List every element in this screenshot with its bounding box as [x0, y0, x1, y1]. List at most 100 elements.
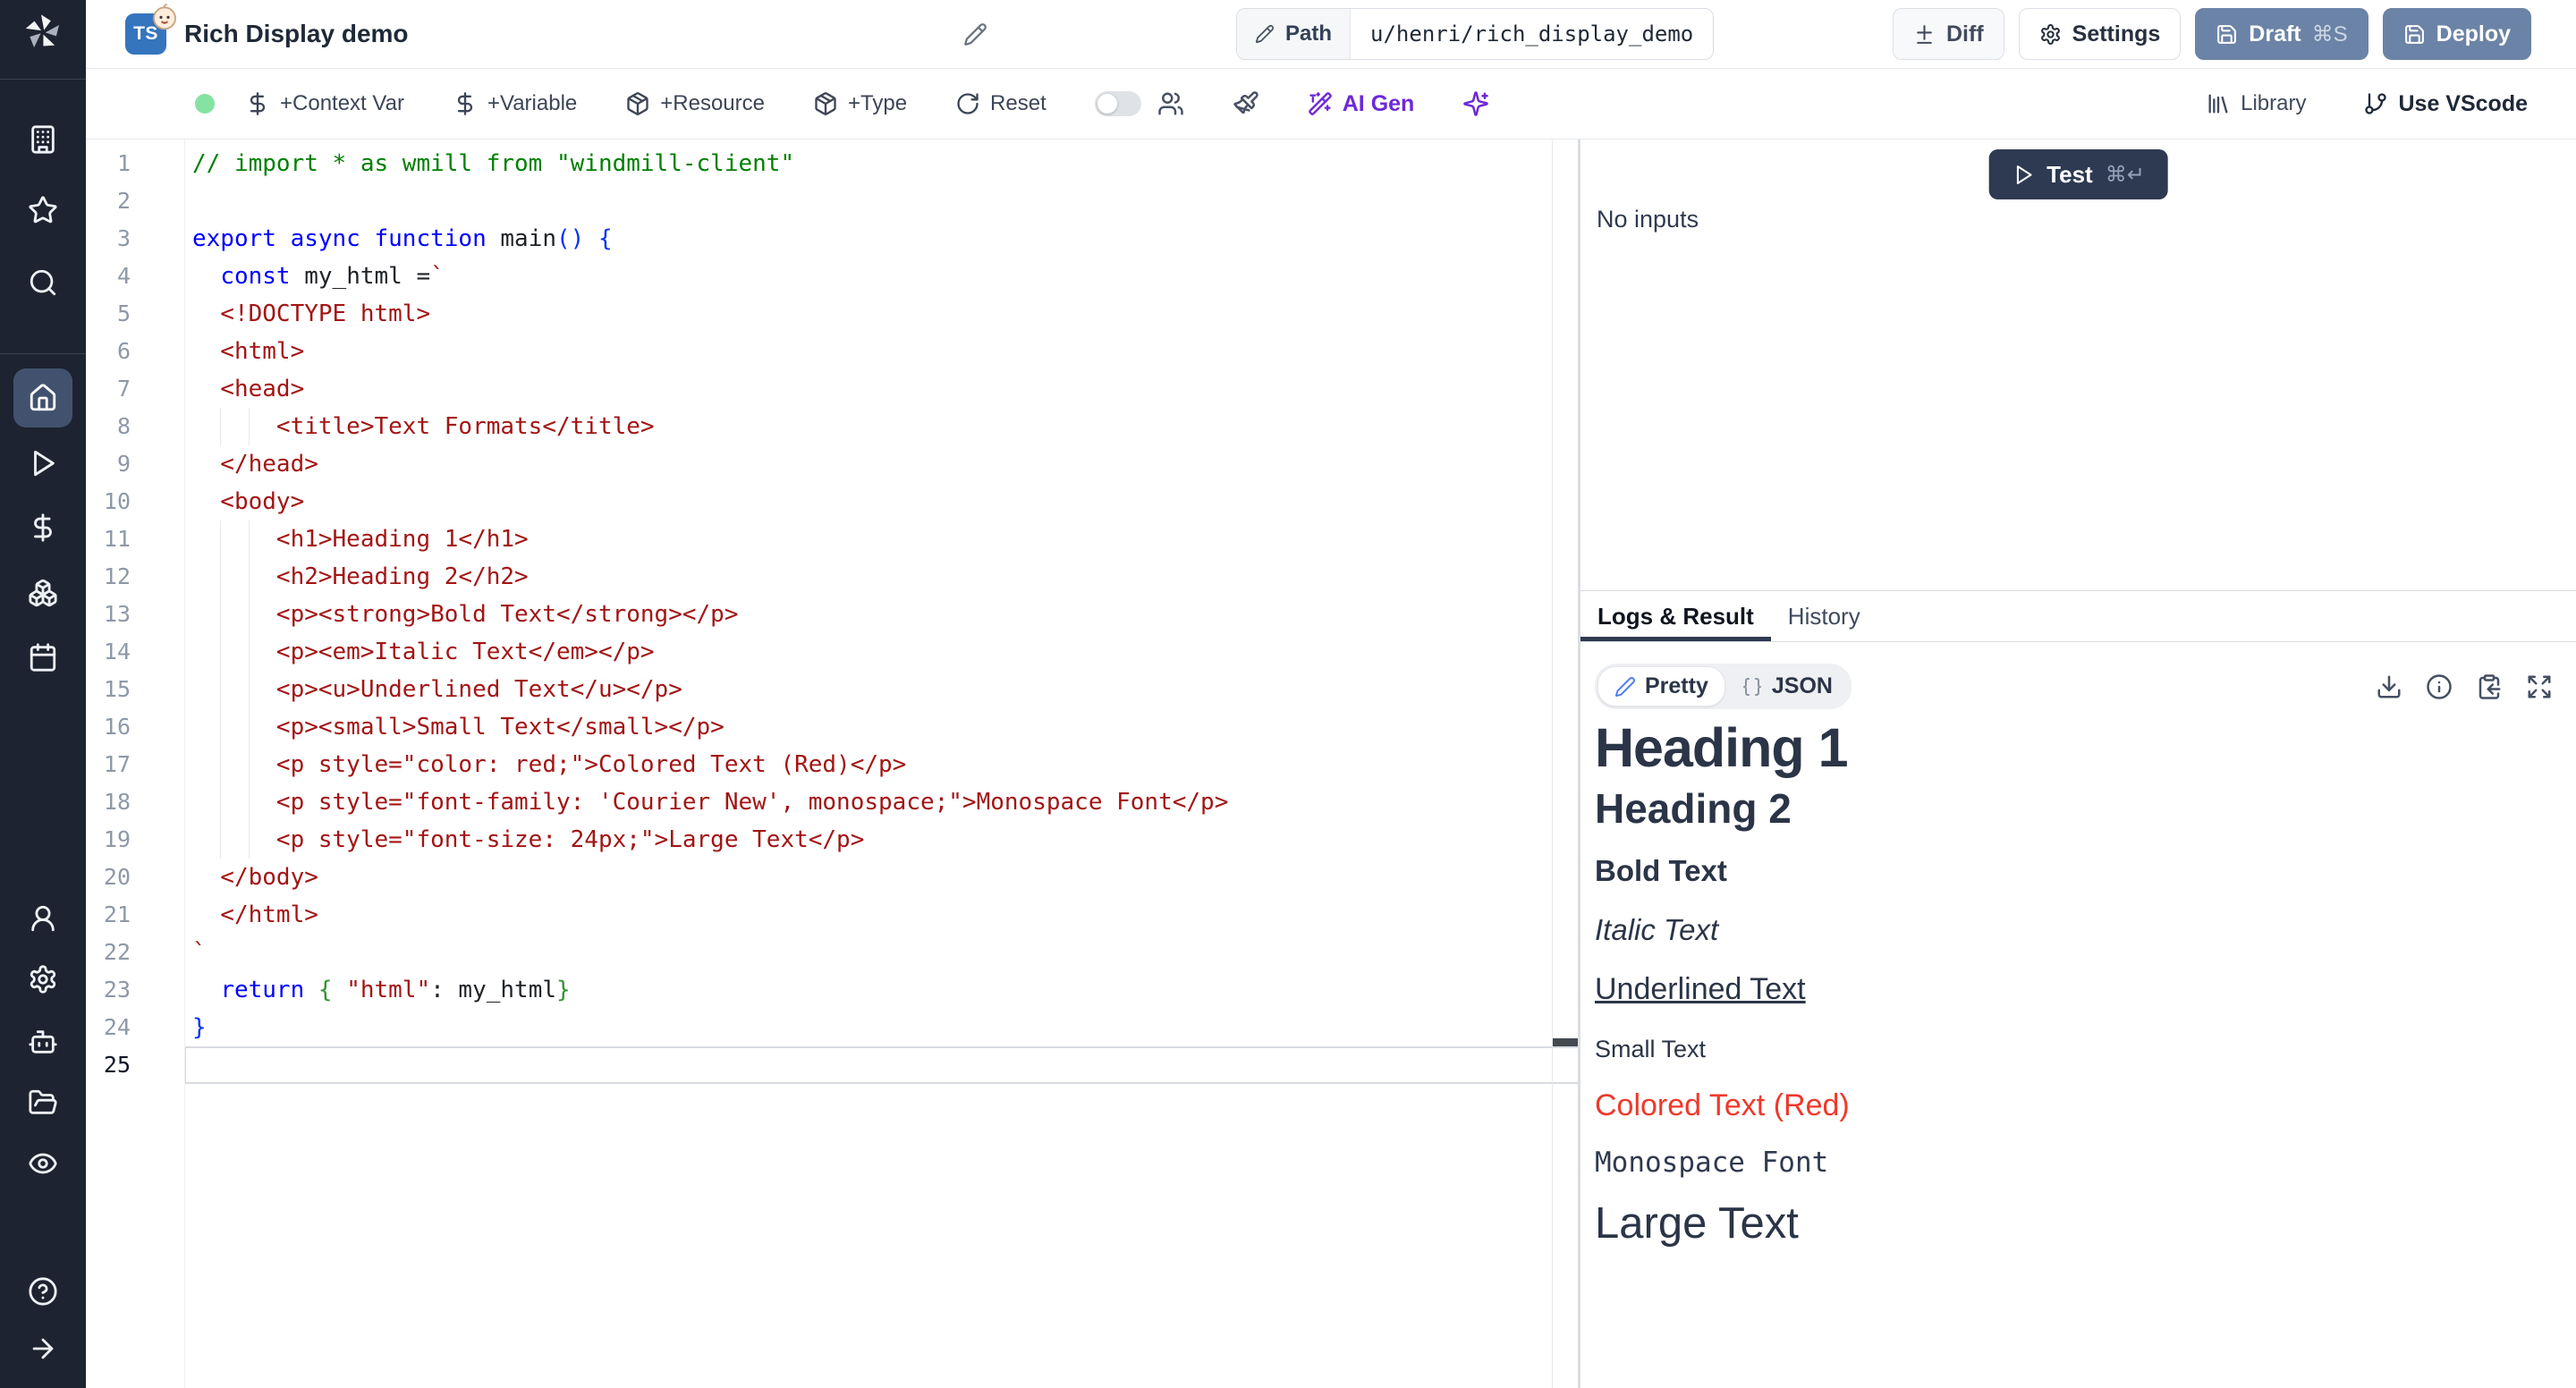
code-line-22[interactable]: 22`: [86, 934, 1578, 971]
line-content[interactable]: <p style="color: red;">Colored Text (Red…: [184, 746, 1578, 783]
sidebar-item-user-icon[interactable]: [28, 903, 58, 934]
path-value[interactable]: u/henri/rich_display_demo: [1351, 9, 1713, 59]
line-number[interactable]: 7: [86, 370, 184, 408]
code-line-6[interactable]: 6 <html>: [86, 333, 1578, 370]
line-content[interactable]: // import * as wmill from "windmill-clie…: [184, 145, 1578, 182]
edit-summary-pencil-icon[interactable]: [963, 22, 987, 47]
line-content[interactable]: <p><u>Underlined Text</u></p>: [184, 671, 1578, 708]
code-line-21[interactable]: 21 </html>: [86, 896, 1578, 934]
code-line-13[interactable]: 13 <p><strong>Bold Text</strong></p>: [86, 596, 1578, 633]
line-number[interactable]: 6: [86, 333, 184, 370]
settings-button[interactable]: Settings: [2019, 8, 2182, 60]
sidebar-item-workspace-building-icon[interactable]: [28, 124, 58, 155]
code-line-7[interactable]: 7 <head>: [86, 370, 1578, 408]
code-line-24[interactable]: 24}: [86, 1009, 1578, 1046]
draft-button[interactable]: Draft ⌘S: [2195, 8, 2368, 60]
expand-fullscreen-icon[interactable]: [2526, 673, 2553, 700]
code-editor[interactable]: 1// import * as wmill from "windmill-cli…: [86, 140, 1578, 1388]
line-content[interactable]: <p style="font-family: 'Courier New', mo…: [184, 783, 1578, 821]
line-content[interactable]: `: [184, 934, 1578, 971]
line-number[interactable]: 23: [86, 971, 184, 1009]
add-resource-button[interactable]: +Resource: [625, 91, 765, 116]
download-result-icon[interactable]: [2376, 673, 2402, 700]
sidebar-item-variables-dollar-icon[interactable]: [28, 512, 58, 543]
line-content[interactable]: [184, 182, 1578, 220]
sparkles-icon[interactable]: [1462, 90, 1489, 117]
line-number[interactable]: 8: [86, 408, 184, 445]
code-line-14[interactable]: 14 <p><em>Italic Text</em></p>: [86, 633, 1578, 671]
copy-result-clipboard-icon[interactable]: [2476, 673, 2503, 700]
sidebar-item-home-icon[interactable]: [13, 368, 72, 427]
multiplayer-toggle[interactable]: [1095, 91, 1141, 116]
line-number[interactable]: 16: [86, 708, 184, 746]
code-line-11[interactable]: 11 <h1>Heading 1</h1>: [86, 520, 1578, 558]
sidebar-item-runs-play-icon[interactable]: [28, 448, 58, 478]
line-number[interactable]: 14: [86, 633, 184, 671]
use-vscode-button[interactable]: Use VScode: [2363, 91, 2528, 117]
code-line-9[interactable]: 9 </head>: [86, 445, 1578, 483]
library-button[interactable]: Library: [2206, 91, 2306, 116]
code-line-1[interactable]: 1// import * as wmill from "windmill-cli…: [86, 145, 1578, 182]
line-number[interactable]: 3: [86, 220, 184, 258]
code-line-12[interactable]: 12 <h2>Heading 2</h2>: [86, 558, 1578, 596]
diff-button[interactable]: Diff: [1893, 8, 2004, 60]
line-number[interactable]: 24: [86, 1009, 184, 1046]
line-content[interactable]: <!DOCTYPE html>: [184, 295, 1578, 333]
code-line-15[interactable]: 15 <p><u>Underlined Text</u></p>: [86, 671, 1578, 708]
line-content[interactable]: [184, 1046, 1578, 1084]
line-number[interactable]: 13: [86, 596, 184, 633]
line-content[interactable]: <p style="font-size: 24px;">Large Text</…: [184, 821, 1578, 859]
add-variable-button[interactable]: +Variable: [453, 91, 577, 116]
line-content[interactable]: <p><small>Small Text</small></p>: [184, 708, 1578, 746]
line-number[interactable]: 18: [86, 783, 184, 821]
line-number[interactable]: 12: [86, 558, 184, 596]
code-line-4[interactable]: 4 const my_html =`: [86, 258, 1578, 295]
line-number[interactable]: 11: [86, 520, 184, 558]
add-context-var-button[interactable]: +Context Var: [245, 91, 404, 116]
line-number[interactable]: 15: [86, 671, 184, 708]
line-number[interactable]: 22: [86, 934, 184, 971]
code-line-19[interactable]: 19 <p style="font-size: 24px;">Large Tex…: [86, 821, 1578, 859]
json-view-button[interactable]: JSON: [1725, 667, 1849, 706]
sidebar-item-settings-gear-icon[interactable]: [28, 964, 58, 994]
line-number[interactable]: 5: [86, 295, 184, 333]
tab-history[interactable]: History: [1771, 591, 1877, 641]
line-number[interactable]: 1: [86, 145, 184, 182]
line-content[interactable]: <p><em>Italic Text</em></p>: [184, 633, 1578, 671]
sidebar-item-help-icon[interactable]: [28, 1276, 58, 1307]
line-content[interactable]: <title>Text Formats</title>: [184, 408, 1578, 445]
test-button[interactable]: Test ⌘↵: [1988, 149, 2168, 199]
sidebar-item-folders-icon[interactable]: [28, 1088, 58, 1118]
sidebar-item-schedules-calendar-icon[interactable]: [28, 642, 58, 673]
code-line-18[interactable]: 18 <p style="font-family: 'Courier New',…: [86, 783, 1578, 821]
format-code-brush-icon[interactable]: [1233, 90, 1259, 117]
line-content[interactable]: <p><strong>Bold Text</strong></p>: [184, 596, 1578, 633]
line-number[interactable]: 19: [86, 821, 184, 859]
line-number[interactable]: 17: [86, 746, 184, 783]
code-line-23[interactable]: 23 return { "html": my_html}: [86, 971, 1578, 1009]
code-line-17[interactable]: 17 <p style="color: red;">Colored Text (…: [86, 746, 1578, 783]
code-line-3[interactable]: 3export async function main() {: [86, 220, 1578, 258]
code-line-8[interactable]: 8 <title>Text Formats</title>: [86, 408, 1578, 445]
tab-logs-result[interactable]: Logs & Result: [1580, 591, 1771, 641]
line-number[interactable]: 9: [86, 445, 184, 483]
line-number[interactable]: 20: [86, 859, 184, 896]
code-line-2[interactable]: 2: [86, 182, 1578, 220]
sidebar-item-resources-boxes-icon[interactable]: [28, 578, 58, 608]
code-line-10[interactable]: 10 <body>: [86, 483, 1578, 520]
line-content[interactable]: <head>: [184, 370, 1578, 408]
add-type-button[interactable]: +Type: [813, 91, 907, 116]
line-number[interactable]: 2: [86, 182, 184, 220]
reset-button[interactable]: Reset: [955, 91, 1046, 116]
line-content[interactable]: <h2>Heading 2</h2>: [184, 558, 1578, 596]
deploy-button[interactable]: Deploy: [2383, 8, 2531, 60]
line-content[interactable]: export async function main() {: [184, 220, 1578, 258]
sidebar-item-favorites-star-icon[interactable]: [28, 195, 58, 225]
line-content[interactable]: return { "html": my_html}: [184, 971, 1578, 1009]
windmill-logo-icon[interactable]: [21, 11, 64, 54]
line-content[interactable]: }: [184, 1009, 1578, 1046]
ai-gen-button[interactable]: AI Gen: [1308, 91, 1415, 117]
line-content[interactable]: <h1>Heading 1</h1>: [184, 520, 1578, 558]
line-content[interactable]: </head>: [184, 445, 1578, 483]
sidebar-item-search-icon[interactable]: [28, 267, 58, 298]
